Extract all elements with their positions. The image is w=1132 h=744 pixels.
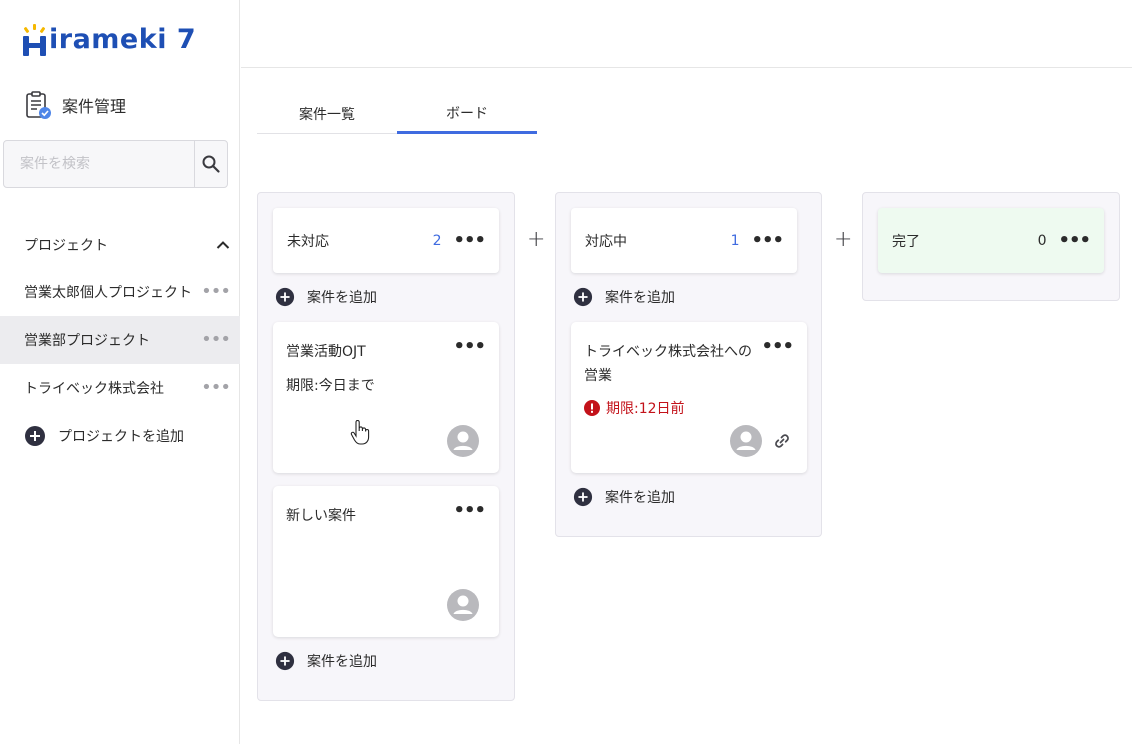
column-header: 対応中 1 ••• (571, 208, 797, 273)
project-name: トライベック株式会社 (24, 381, 164, 397)
add-case-button[interactable]: 案件を追加 (275, 650, 377, 672)
add-case-label: 案件を追加 (605, 290, 675, 306)
case-search (3, 140, 228, 188)
project-list: 営業太郎個人プロジェクト ••• 営業部プロジェクト ••• トライベック株式会… (0, 268, 240, 412)
plus-circle-icon (275, 287, 295, 307)
assignee-avatar-icon[interactable] (447, 589, 479, 621)
search-icon (202, 155, 220, 173)
column-count: 0 (1037, 232, 1047, 249)
plus-circle-icon (275, 651, 295, 671)
card-more-icon[interactable]: ••• (761, 338, 794, 356)
tab-board[interactable]: ボード (397, 94, 537, 134)
add-project-label: プロジェクトを追加 (58, 429, 184, 445)
column-title: 未対応 (287, 233, 329, 250)
case-due: 期限:今日まで (286, 378, 375, 394)
case-card[interactable]: トライベック株式会社への営業 ••• 期限:12日前 (571, 322, 807, 473)
view-tabs: 案件一覧 ボード (257, 94, 537, 134)
case-title: 営業活動OJT (286, 344, 366, 360)
project-item-eigyo-taro[interactable]: 営業太郎個人プロジェクト ••• (0, 268, 240, 316)
logo-h-mark-icon (23, 24, 46, 56)
column-count: 1 (730, 232, 740, 249)
add-case-label: 案件を追加 (605, 490, 675, 506)
tab-case-list[interactable]: 案件一覧 (257, 94, 397, 134)
plus-circle-icon (25, 426, 45, 446)
clipboard-check-icon (26, 91, 51, 119)
case-title: 新しい案件 (286, 508, 356, 524)
add-case-label: 案件を追加 (307, 290, 377, 306)
column-title: 対応中 (585, 233, 627, 250)
sidebar: irameki 7 案件管理 プロ (0, 0, 240, 744)
column-more-icon[interactable]: ••• (453, 231, 486, 249)
add-column-plus-icon[interactable]: + (527, 229, 545, 251)
add-case-button[interactable]: 案件を追加 (573, 486, 675, 508)
more-options-icon[interactable]: ••• (201, 379, 231, 397)
more-options-icon[interactable]: ••• (201, 331, 231, 349)
project-item-tribeck[interactable]: トライベック株式会社 ••• (0, 364, 240, 412)
search-input[interactable] (4, 141, 194, 187)
plus-circle-icon (573, 487, 593, 507)
link-icon[interactable] (772, 431, 792, 451)
more-options-icon[interactable]: ••• (201, 283, 231, 301)
top-bar (241, 0, 1132, 68)
add-case-button[interactable]: 案件を追加 (275, 286, 377, 308)
card-more-icon[interactable]: ••• (453, 502, 486, 520)
add-column-plus-icon[interactable]: + (834, 229, 852, 251)
project-name: 営業部プロジェクト (24, 333, 150, 349)
assignee-avatar-icon[interactable] (447, 425, 479, 457)
app-root: irameki 7 案件管理 プロ (0, 0, 1132, 744)
chevron-up-icon (216, 241, 230, 249)
alert-icon (584, 400, 600, 416)
case-due-text: 期限:12日前 (606, 401, 685, 417)
plus-circle-icon (573, 287, 593, 307)
column-more-icon[interactable]: ••• (1058, 231, 1091, 249)
board-column-done: 完了 0 ••• (862, 192, 1120, 301)
board-column-todo: 未対応 2 ••• 案件を追加 営業活動OJT ••• 期限:今日まで 新しい案… (257, 192, 515, 701)
projects-section-toggle[interactable]: プロジェクト (24, 232, 230, 258)
project-name: 営業太郎個人プロジェクト (24, 285, 192, 301)
app-logo[interactable]: irameki 7 (22, 18, 196, 58)
hand-pointer-icon (350, 420, 370, 445)
column-title: 完了 (892, 233, 920, 250)
board-column-in-progress: 対応中 1 ••• 案件を追加 トライベック株式会社への営業 ••• 期限:12… (555, 192, 822, 537)
column-header: 完了 0 ••• (878, 208, 1104, 273)
logo-text: irameki 7 (49, 24, 197, 55)
card-more-icon[interactable]: ••• (453, 338, 486, 356)
column-header: 未対応 2 ••• (273, 208, 499, 273)
column-more-icon[interactable]: ••• (751, 231, 784, 249)
add-case-label: 案件を追加 (307, 654, 377, 670)
column-count: 2 (432, 232, 442, 249)
case-management-link[interactable]: 案件管理 (24, 88, 126, 122)
search-button[interactable] (194, 141, 227, 187)
case-card[interactable]: 新しい案件 ••• (273, 486, 499, 637)
add-project-button[interactable]: プロジェクトを追加 (24, 424, 184, 448)
case-title: トライベック株式会社への営業 (584, 344, 752, 384)
case-card[interactable]: 営業活動OJT ••• 期限:今日まで (273, 322, 499, 473)
case-due-overdue: 期限:12日前 (584, 398, 685, 418)
add-case-button[interactable]: 案件を追加 (573, 286, 675, 308)
assignee-avatar-icon[interactable] (730, 425, 762, 457)
projects-header-label: プロジェクト (24, 238, 108, 254)
project-item-eigyo-bu[interactable]: 営業部プロジェクト ••• (0, 316, 240, 364)
case-management-label: 案件管理 (62, 97, 127, 116)
